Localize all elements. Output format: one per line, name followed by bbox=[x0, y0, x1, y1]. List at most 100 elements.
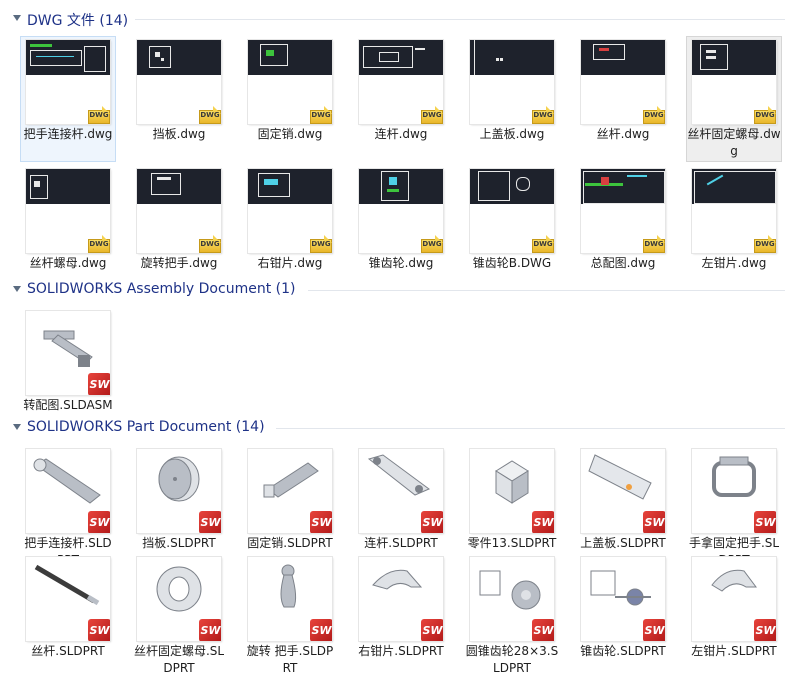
solidworks-file-icon: SW bbox=[532, 619, 554, 641]
file-item[interactable]: DWG 锥齿轮.dwg bbox=[353, 165, 449, 291]
cad-drawing-preview bbox=[26, 169, 110, 204]
cad-drawing-preview bbox=[248, 40, 332, 75]
dwg-file-icon: DWG bbox=[754, 106, 776, 124]
file-item[interactable]: DWG 旋转把手.dwg bbox=[131, 165, 227, 291]
file-name: 丝杆.SLDPRT bbox=[31, 644, 105, 658]
file-name: 连杆.SLDPRT bbox=[364, 536, 438, 550]
file-thumbnail: DWG bbox=[248, 40, 332, 124]
file-thumbnail: SW bbox=[26, 449, 110, 533]
dwg-file-icon: DWG bbox=[754, 235, 776, 253]
file-name: 锥齿轮B.DWG bbox=[472, 256, 552, 270]
file-name: 右钳片.dwg bbox=[257, 256, 323, 270]
cad-drawing-preview bbox=[470, 169, 554, 204]
file-name: 旋转把手.dwg bbox=[140, 256, 218, 270]
file-thumbnail: SW bbox=[26, 311, 110, 395]
file-name: 左钳片.dwg bbox=[701, 256, 767, 270]
file-item[interactable]: SW 丝杆.SLDPRT bbox=[20, 553, 116, 679]
solidworks-file-icon: SW bbox=[754, 511, 776, 533]
file-item[interactable]: DWG 锥齿轮B.DWG bbox=[464, 165, 560, 291]
file-thumbnail: DWG bbox=[581, 40, 665, 124]
solidworks-file-icon: SW bbox=[310, 619, 332, 641]
group-header[interactable]: SOLIDWORKS Assembly Document (1) bbox=[0, 279, 785, 301]
file-item[interactable]: DWG 把手连接杆.dwg bbox=[20, 36, 116, 162]
file-thumbnail: DWG bbox=[470, 40, 554, 124]
file-thumbnail: DWG bbox=[26, 40, 110, 124]
group-divider bbox=[135, 19, 785, 20]
file-item[interactable]: DWG 固定销.dwg bbox=[242, 36, 338, 162]
dwg-file-icon: DWG bbox=[421, 106, 443, 124]
file-thumbnail: SW bbox=[359, 557, 443, 641]
solidworks-file-icon: SW bbox=[88, 619, 110, 641]
file-item[interactable]: DWG 连杆.dwg bbox=[353, 36, 449, 162]
file-item[interactable]: SW 圆锥齿轮28×3.SLDPRT bbox=[464, 553, 560, 679]
file-item[interactable]: SW 丝杆固定螺母.SLDPRT bbox=[131, 553, 227, 679]
file-name: 丝杆螺母.dwg bbox=[29, 256, 107, 270]
file-item[interactable]: DWG 丝杆.dwg bbox=[575, 36, 671, 162]
file-item[interactable]: DWG 丝杆固定螺母.dwg bbox=[686, 36, 782, 162]
file-thumbnail: SW bbox=[248, 449, 332, 533]
group-header[interactable]: DWG 文件 (14) bbox=[0, 8, 785, 30]
cad-drawing-preview bbox=[581, 40, 665, 75]
file-name: 旋转 把手.SLDPRT bbox=[246, 644, 334, 675]
group-header[interactable]: SOLIDWORKS Part Document (14) bbox=[0, 417, 785, 439]
file-name: 转配图.SLDASM bbox=[23, 398, 113, 412]
file-name: 挡板.SLDPRT bbox=[142, 536, 216, 550]
solidworks-file-icon: SW bbox=[643, 619, 665, 641]
cad-drawing-preview bbox=[137, 169, 221, 204]
file-item[interactable]: SW 锥齿轮.SLDPRT bbox=[575, 553, 671, 679]
file-thumbnail: DWG bbox=[26, 169, 110, 253]
solidworks-file-icon: SW bbox=[310, 511, 332, 533]
file-thumbnail: DWG bbox=[359, 169, 443, 253]
dwg-file-icon: DWG bbox=[199, 235, 221, 253]
solidworks-file-icon: SW bbox=[88, 373, 110, 395]
cad-drawing-preview bbox=[692, 40, 776, 75]
dwg-file-icon: DWG bbox=[88, 106, 110, 124]
file-item[interactable]: DWG 右钳片.dwg bbox=[242, 165, 338, 291]
file-name: 上盖板.SLDPRT bbox=[580, 536, 666, 550]
file-thumbnail: DWG bbox=[137, 169, 221, 253]
dwg-file-icon: DWG bbox=[643, 235, 665, 253]
cad-drawing-preview bbox=[248, 169, 332, 204]
file-item[interactable]: DWG 挡板.dwg bbox=[131, 36, 227, 162]
group-title: SOLIDWORKS Part Document (14) bbox=[27, 419, 265, 435]
file-item[interactable]: DWG 左钳片.dwg bbox=[686, 165, 782, 291]
dwg-file-icon: DWG bbox=[532, 235, 554, 253]
file-thumbnail: SW bbox=[692, 557, 776, 641]
file-item[interactable]: SW 左钳片.SLDPRT bbox=[686, 553, 782, 679]
solidworks-file-icon: SW bbox=[199, 511, 221, 533]
group-divider bbox=[308, 290, 785, 291]
cad-drawing-preview bbox=[470, 40, 554, 75]
file-item[interactable]: DWG 总配图.dwg bbox=[575, 165, 671, 291]
solidworks-file-icon: SW bbox=[643, 511, 665, 533]
cad-drawing-preview bbox=[359, 40, 443, 75]
group-title: SOLIDWORKS Assembly Document (1) bbox=[27, 281, 296, 297]
solidworks-file-icon: SW bbox=[421, 619, 443, 641]
file-name: 锥齿轮.dwg bbox=[368, 256, 434, 270]
file-name: 圆锥齿轮28×3.SLDPRT bbox=[465, 644, 559, 675]
dwg-file-icon: DWG bbox=[532, 106, 554, 124]
file-thumbnail: DWG bbox=[137, 40, 221, 124]
file-thumbnail: SW bbox=[248, 557, 332, 641]
file-name: 丝杆.dwg bbox=[596, 127, 650, 141]
dwg-file-icon: DWG bbox=[88, 235, 110, 253]
file-item[interactable]: SW 右钳片.SLDPRT bbox=[353, 553, 449, 679]
file-name: 挡板.dwg bbox=[152, 127, 206, 141]
group-title: DWG 文件 (14) bbox=[27, 13, 129, 29]
file-thumbnail: DWG bbox=[692, 169, 776, 253]
file-thumbnail: SW bbox=[26, 557, 110, 641]
file-thumbnail: DWG bbox=[581, 169, 665, 253]
collapse-arrow-icon[interactable] bbox=[13, 286, 21, 292]
file-thumbnail: DWG bbox=[248, 169, 332, 253]
file-item[interactable]: DWG 丝杆螺母.dwg bbox=[20, 165, 116, 291]
solidworks-file-icon: SW bbox=[754, 619, 776, 641]
file-thumbnail: SW bbox=[470, 449, 554, 533]
file-item[interactable]: DWG 上盖板.dwg bbox=[464, 36, 560, 162]
collapse-arrow-icon[interactable] bbox=[13, 424, 21, 430]
file-item[interactable]: SW 转配图.SLDASM bbox=[20, 307, 116, 433]
dwg-file-icon: DWG bbox=[421, 235, 443, 253]
collapse-arrow-icon[interactable] bbox=[13, 15, 21, 21]
file-name: 固定销.SLDPRT bbox=[247, 536, 333, 550]
solidworks-file-icon: SW bbox=[532, 511, 554, 533]
file-item[interactable]: SW 旋转 把手.SLDPRT bbox=[242, 553, 338, 679]
file-name: 丝杆固定螺母.dwg bbox=[687, 127, 781, 158]
